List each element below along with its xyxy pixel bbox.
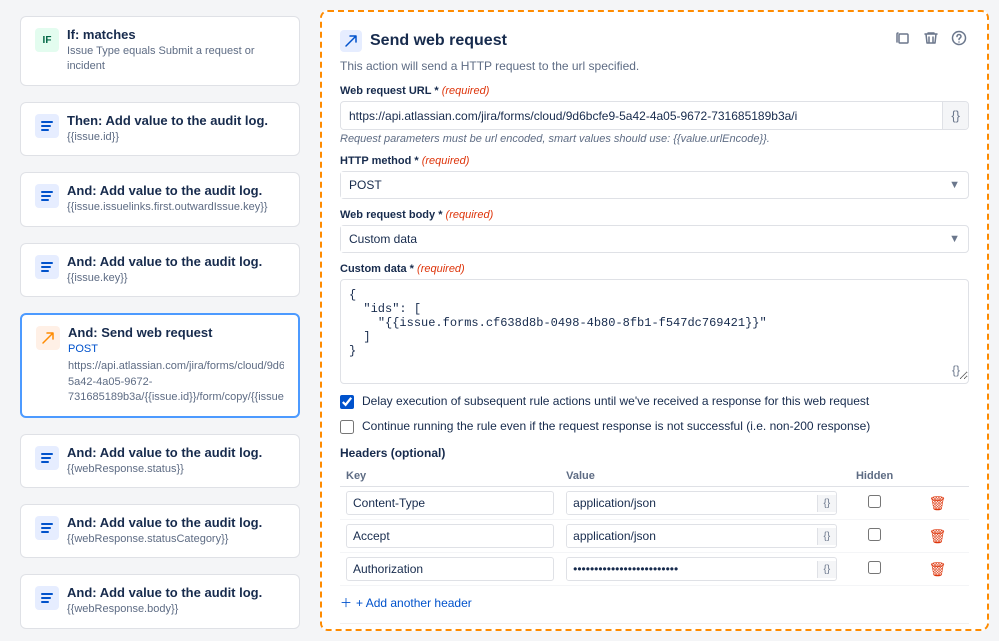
and-node-3-title: And: Add value to the audit log. [67,445,285,460]
and-node-2-title: And: Add value to the audit log. [67,254,285,269]
url-label: Web request URL * (required) [340,85,969,97]
header-key-input-2[interactable] [346,524,554,548]
panel-title: Send web request [340,30,507,52]
and-icon-4 [35,516,59,540]
header-delete-btn-1[interactable]: 🗑 [927,493,949,514]
headers-section-title: Headers (optional) [340,446,969,460]
continue-running-row: Continue running the rule even if the re… [340,419,969,434]
header-value-input-2[interactable] [567,525,816,547]
method-select-wrap: POST GET PUT DELETE PATCH ▼ [340,171,969,199]
header-smart-value-btn-1[interactable]: {} [817,495,837,512]
method-select[interactable]: POST GET PUT DELETE PATCH [341,172,941,198]
send-node-sub2: https://api.atlassian.com/jira/forms/clo… [68,359,284,405]
header-key-input-3[interactable] [346,557,554,581]
headers-col-hidden: Hidden [843,466,906,487]
header-value-input-1[interactable] [567,492,816,514]
if-node-title: If: matches [67,27,285,42]
url-input[interactable] [341,103,942,129]
and-node-1-sub: {{issue.issuelinks.first.outwardIssue.ke… [67,200,285,215]
and-icon-1 [35,184,59,208]
body-label: Web request body * (required) [340,209,969,221]
header-hidden-checkbox-2[interactable] [868,528,881,541]
and-node-5[interactable]: And: Add value to the audit log. {{webRe… [20,574,300,628]
header-hidden-checkbox-1[interactable] [868,495,881,508]
method-label: HTTP method * (required) [340,155,969,167]
panel-actions [893,28,969,53]
right-panel: Send web request This action will send a… [320,10,989,631]
header-value-wrap-1: {} [566,491,837,515]
and-node-3[interactable]: And: Add value to the audit log. {{webRe… [20,434,300,488]
header-delete-btn-3[interactable]: 🗑 [927,559,949,580]
and-node-2[interactable]: And: Add value to the audit log. {{issue… [20,243,300,297]
headers-table: Key Value Hidden {} 🗑 [340,466,969,586]
header-smart-value-btn-3[interactable]: {} [817,561,837,578]
header-value-wrap-2: {} [566,524,837,548]
and-icon-5 [35,586,59,610]
add-header-label: + Add another header [356,596,472,610]
header-row: {} 🗑 [340,520,969,553]
and-node-4-title: And: Add value to the audit log. [67,515,285,530]
delay-execution-checkbox[interactable] [340,395,354,409]
headers-col-value: Value [560,466,843,487]
add-header-plus-icon: ＋ [340,594,352,611]
add-header-button[interactable]: ＋ + Add another header [340,586,472,619]
send-web-request-icon [340,30,362,52]
delay-execution-label: Delay execution of subsequent rule actio… [362,394,869,408]
url-hint: Request parameters must be url encoded, … [340,133,969,145]
header-delete-btn-2[interactable]: 🗑 [927,526,949,547]
send-node-title: And: Send web request [68,325,284,340]
custom-data-smart-value-btn[interactable]: {} [952,363,960,377]
send-node-sub1: POST [68,342,284,357]
panel-header: Send web request [340,28,969,53]
if-node[interactable]: IF If: matches Issue Type equals Submit … [20,16,300,86]
delay-execution-row: Delay execution of subsequent rule actio… [340,394,969,409]
custom-data-label: Custom data * (required) [340,263,969,275]
and-node-5-title: And: Add value to the audit log. [67,585,285,600]
and-node-4[interactable]: And: Add value to the audit log. {{webRe… [20,504,300,558]
and-icon-2 [35,255,59,279]
send-icon [36,326,60,350]
custom-data-input[interactable]: { "ids": [ "{{issue.forms.cf638d8b-0498-… [341,280,968,380]
and-node-5-sub: {{webResponse.body}} [67,602,285,617]
headers-col-delete [906,466,969,487]
header-row: {} 🗑 [340,553,969,586]
panel-title-text: Send web request [370,32,507,50]
and-node-3-sub: {{webResponse.status}} [67,462,285,477]
header-hidden-checkbox-3[interactable] [868,561,881,574]
body-select-wrap: Custom data Empty Issue data (Jira forma… [340,225,969,253]
and-icon-3 [35,446,59,470]
continue-running-label: Continue running the rule even if the re… [362,419,870,433]
custom-data-wrap: { "ids": [ "{{issue.forms.cf638d8b-0498-… [340,279,969,384]
url-field-wrap: {} [340,101,969,130]
if-icon: IF [35,28,59,52]
and-node-1[interactable]: And: Add value to the audit log. {{issue… [20,172,300,226]
body-chevron-icon: ▼ [941,227,968,251]
then-node[interactable]: Then: Add value to the audit log. {{issu… [20,102,300,156]
method-chevron-icon: ▼ [941,173,968,197]
then-icon [35,114,59,138]
header-row: {} 🗑 [340,487,969,520]
and-node-4-sub: {{webResponse.statusCategory}} [67,532,285,547]
if-node-sub: Issue Type equals Submit a request or in… [67,44,285,75]
panel-description: This action will send a HTTP request to … [340,59,969,73]
and-node-2-sub: {{issue.key}} [67,271,285,286]
continue-running-checkbox[interactable] [340,420,354,434]
header-value-input-3[interactable] [567,558,816,580]
then-node-sub: {{issue.id}} [67,130,285,145]
headers-col-key: Key [340,466,560,487]
validate-row[interactable]: ▶ Validate your web request configuratio… [340,623,969,631]
header-key-input-1[interactable] [346,491,554,515]
url-smart-value-btn[interactable]: {} [942,102,968,129]
body-select[interactable]: Custom data Empty Issue data (Jira forma… [341,226,941,252]
left-panel: IF If: matches Issue Type equals Submit … [0,0,320,641]
then-node-title: Then: Add value to the audit log. [67,113,285,128]
header-value-wrap-3: {} [566,557,837,581]
header-smart-value-btn-2[interactable]: {} [817,528,837,545]
send-node[interactable]: And: Send web request POST https://api.a… [20,313,300,418]
delete-button[interactable] [921,28,941,53]
copy-button[interactable] [893,28,913,53]
and-node-1-title: And: Add value to the audit log. [67,183,285,198]
help-button[interactable] [949,28,969,53]
